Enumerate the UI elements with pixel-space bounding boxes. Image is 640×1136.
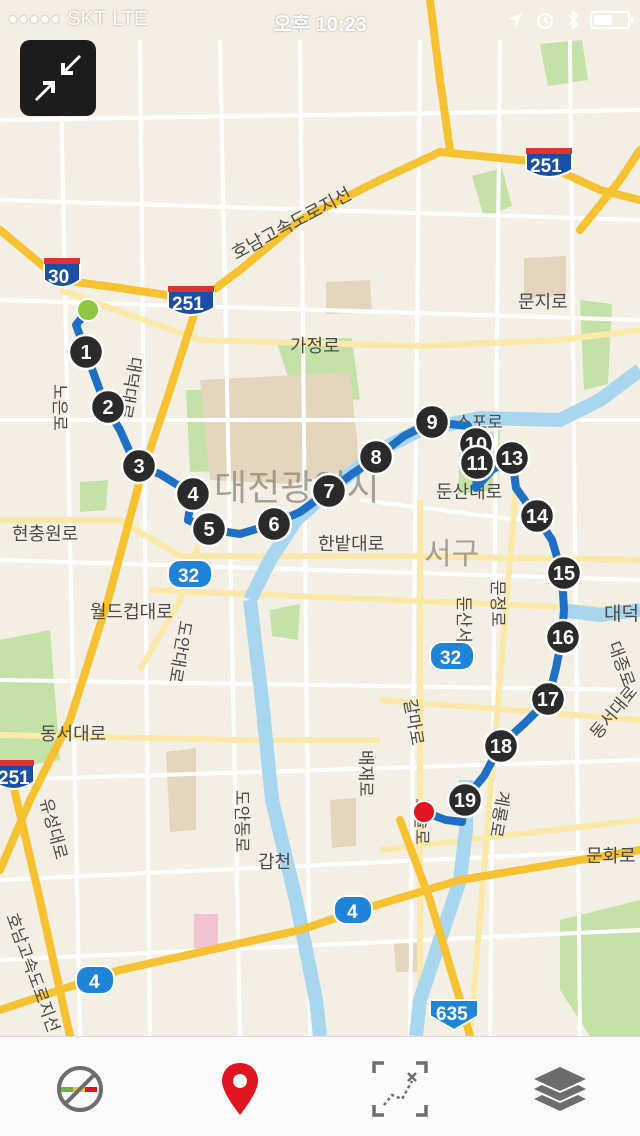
waypoint-11[interactable]: 11 xyxy=(458,444,496,482)
waypoint-19[interactable]: 19 xyxy=(446,781,484,819)
waypoint-7[interactable]: 7 xyxy=(310,472,348,510)
route-shield-251: 251 xyxy=(525,148,573,178)
bluetooth-icon xyxy=(568,9,579,31)
waypoint-15[interactable]: 15 xyxy=(545,554,583,592)
route-shield-30: 30 xyxy=(43,258,81,288)
waypoint-18[interactable]: 18 xyxy=(482,727,520,765)
route-shield-4: 4 xyxy=(333,895,373,925)
status-bar: ●●●●● SKT LTE 오후 10:23 xyxy=(0,0,640,40)
svg-text:문화로: 문화로 xyxy=(586,846,636,866)
pin-icon xyxy=(222,1063,258,1115)
route-start-marker[interactable] xyxy=(76,298,100,322)
waypoint-3[interactable]: 3 xyxy=(120,447,158,485)
collapse-arrows-icon xyxy=(35,55,81,101)
status-right xyxy=(506,9,634,31)
svg-text:둔산대로: 둔산대로 xyxy=(436,482,502,502)
svg-text:32: 32 xyxy=(440,648,461,669)
svg-text:월드컵대로: 월드컵대로 xyxy=(90,602,173,622)
gps-off-button[interactable] xyxy=(50,1059,110,1119)
svg-text:32: 32 xyxy=(178,566,199,587)
svg-text:4: 4 xyxy=(89,972,100,993)
route-shield-32: 32 xyxy=(429,641,475,671)
svg-text:가정로: 가정로 xyxy=(290,336,340,356)
route-shield-4: 4 xyxy=(75,965,115,995)
route-end-marker[interactable] xyxy=(412,800,436,824)
svg-text:배재로: 배재로 xyxy=(356,750,375,797)
svg-text:15: 15 xyxy=(553,563,575,585)
svg-text:30: 30 xyxy=(48,267,69,288)
svg-text:대덕: 대덕 xyxy=(604,603,639,625)
svg-text:도안동로: 도안동로 xyxy=(232,790,251,853)
svg-text:7: 7 xyxy=(323,481,334,503)
location-arrow-icon xyxy=(508,13,522,27)
exit-fullscreen-button[interactable] xyxy=(20,40,96,116)
district-label: 서구 xyxy=(424,538,479,571)
pin-button[interactable] xyxy=(210,1059,270,1119)
svg-text:갑천: 갑천 xyxy=(258,852,291,872)
svg-text:251: 251 xyxy=(530,156,562,177)
svg-text:11: 11 xyxy=(466,453,487,475)
svg-text:14: 14 xyxy=(526,506,549,528)
bottom-toolbar xyxy=(0,1036,640,1136)
svg-text:5: 5 xyxy=(203,519,214,541)
waypoint-13[interactable]: 13 xyxy=(493,439,531,477)
waypoint-1[interactable]: 1 xyxy=(67,333,105,371)
waypoint-6[interactable]: 6 xyxy=(255,505,293,543)
svg-text:문정로: 문정로 xyxy=(488,580,507,627)
waypoint-16[interactable]: 16 xyxy=(544,618,582,656)
svg-text:1: 1 xyxy=(80,342,91,364)
battery-icon xyxy=(590,11,634,29)
svg-text:한밭대로: 한밭대로 xyxy=(318,534,384,554)
svg-text:문지로: 문지로 xyxy=(518,292,568,312)
waypoint-2[interactable]: 2 xyxy=(89,388,127,426)
svg-text:251: 251 xyxy=(0,768,30,789)
svg-text:251: 251 xyxy=(172,294,204,315)
svg-text:17: 17 xyxy=(537,689,559,711)
svg-text:16: 16 xyxy=(552,627,574,649)
waypoint-9[interactable]: 9 xyxy=(413,403,451,441)
route-select-icon xyxy=(372,1061,428,1117)
layers-button[interactable] xyxy=(530,1059,590,1119)
map-view[interactable]: 호남고속도로지선 가정로 문지로 현충원로 한밭대로 월드컵대로 동서대로 둔산… xyxy=(0,0,640,1036)
route-shield-32: 32 xyxy=(167,559,213,589)
waypoint-8[interactable]: 8 xyxy=(357,438,395,476)
svg-text:13: 13 xyxy=(501,448,523,470)
svg-text:3: 3 xyxy=(133,456,144,478)
waypoint-5[interactable]: 5 xyxy=(190,510,228,548)
svg-text:동서대로: 동서대로 xyxy=(40,724,106,744)
svg-text:8: 8 xyxy=(370,447,381,469)
svg-text:6: 6 xyxy=(268,514,279,536)
svg-text:2: 2 xyxy=(102,397,113,419)
waypoint-14[interactable]: 14 xyxy=(518,497,556,535)
svg-text:18: 18 xyxy=(490,736,512,758)
waypoint-4[interactable]: 4 xyxy=(174,475,212,513)
route-select-button[interactable] xyxy=(370,1059,430,1119)
route-shield-251: 251 xyxy=(167,286,215,316)
gps-off-icon xyxy=(57,1066,103,1112)
svg-text:현충원로: 현충원로 xyxy=(12,524,78,544)
svg-text:노은로: 노은로 xyxy=(50,384,69,431)
svg-text:4: 4 xyxy=(347,902,358,923)
svg-text:19: 19 xyxy=(454,790,476,812)
svg-text:635: 635 xyxy=(436,1004,468,1025)
layers-icon xyxy=(534,1067,586,1111)
waypoint-17[interactable]: 17 xyxy=(529,680,567,718)
route-shield-251: 251 xyxy=(0,760,35,790)
svg-text:9: 9 xyxy=(426,412,437,434)
svg-text:4: 4 xyxy=(187,484,199,506)
alarm-icon xyxy=(537,13,553,29)
